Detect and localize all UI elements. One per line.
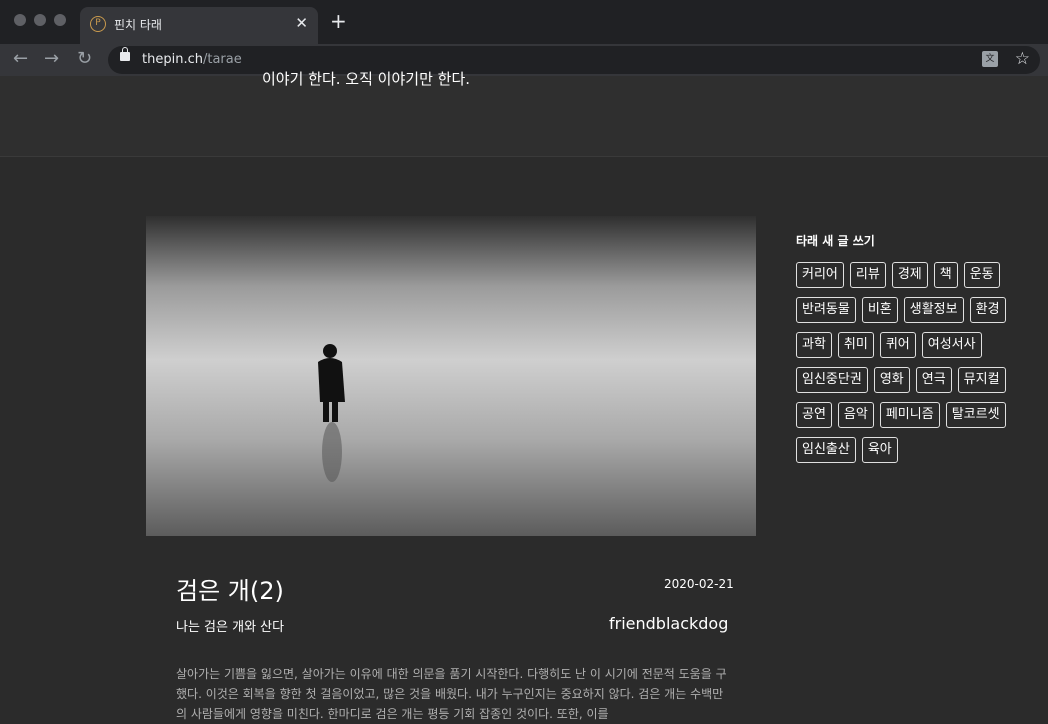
minimize-window-dot[interactable] [34, 14, 46, 26]
browser-toolbar: ← → ↻ thepin.ch/tarae 文 ☆ [0, 44, 1048, 76]
category-tag[interactable]: 여성서사 [921, 332, 982, 358]
header-tagline: 이야기 한다. 오직 이야기만 한다. [262, 70, 471, 88]
post-subtitle: 나는 검은 개와 산다 [176, 620, 285, 635]
category-tag[interactable]: 반려동물 [796, 297, 856, 323]
browser-tab[interactable]: P 핀치 타래 ✕ [80, 7, 318, 44]
page-header-band: 이야기 한다. 오직 이야기만 한다. [0, 70, 1048, 157]
forward-arrow-icon[interactable]: → [44, 48, 59, 69]
lock-icon [120, 47, 130, 61]
category-tag[interactable]: 임신중단권 [796, 367, 868, 393]
address-bar[interactable]: thepin.ch/tarae 文 ☆ [108, 46, 1040, 74]
url-text[interactable]: thepin.ch/tarae [142, 52, 242, 67]
post-date: 2020-02-21 [664, 577, 734, 591]
site-favicon-icon: P [90, 16, 106, 32]
category-tag[interactable]: 임신출산 [796, 437, 856, 463]
category-tag[interactable]: 책 [933, 262, 958, 288]
zoom-window-dot[interactable] [54, 14, 66, 26]
post-author[interactable]: friendblackdog [609, 614, 728, 633]
category-tag[interactable]: 연극 [915, 367, 952, 393]
category-tag[interactable]: 생활정보 [903, 297, 964, 323]
category-tag[interactable]: 페미니즘 [879, 402, 940, 428]
close-tab-icon[interactable]: ✕ [295, 14, 308, 32]
category-tag[interactable]: 육아 [861, 437, 898, 463]
category-tag[interactable]: 뮤지컬 [957, 367, 1006, 393]
browser-tab-bar: P 핀치 타래 ✕ + [0, 0, 1048, 44]
bookmark-star-icon[interactable]: ☆ [1015, 49, 1030, 69]
translate-icon[interactable]: 文 [982, 51, 998, 67]
write-new-post-heading[interactable]: 타래 새 글 쓰기 [796, 232, 875, 249]
category-tag[interactable]: 영화 [873, 367, 910, 393]
category-tag[interactable]: 비혼 [861, 297, 898, 323]
category-tag[interactable]: 커리어 [796, 262, 844, 288]
category-tag[interactable]: 탈코르셋 [945, 402, 1006, 428]
back-arrow-icon[interactable]: ← [13, 48, 28, 69]
post-title[interactable]: 검은 개(2) [176, 571, 284, 606]
new-tab-icon[interactable]: + [330, 9, 347, 33]
category-tag[interactable]: 퀴어 [879, 332, 916, 358]
category-tag[interactable]: 과학 [796, 332, 832, 358]
person-silhouette-icon [318, 344, 345, 482]
category-tag[interactable]: 경제 [891, 262, 928, 288]
category-tag[interactable]: 환경 [969, 297, 1006, 323]
reload-icon[interactable]: ↻ [77, 48, 92, 69]
category-tag[interactable]: 공연 [796, 402, 832, 428]
category-tag[interactable]: 취미 [837, 332, 874, 358]
tab-title: 핀치 타래 [114, 18, 162, 32]
category-tag[interactable]: 운동 [963, 262, 1000, 288]
post-cover-image[interactable] [146, 216, 756, 536]
category-tag[interactable]: 음악 [837, 402, 874, 428]
category-tag[interactable]: 리뷰 [849, 262, 886, 288]
close-window-dot[interactable] [14, 14, 26, 26]
post-body: 살아가는 기쁨을 잃으면, 살아가는 이유에 대한 의문을 품기 시작한다. 다… [176, 667, 727, 721]
category-tag-list: 커리어 리뷰 경제 책 운동반려동물 비혼 생활정보 환경과학 취미 퀴어 여성서사임신중단권 영화 연… [796, 262, 1038, 463]
window-controls[interactable] [14, 14, 66, 26]
